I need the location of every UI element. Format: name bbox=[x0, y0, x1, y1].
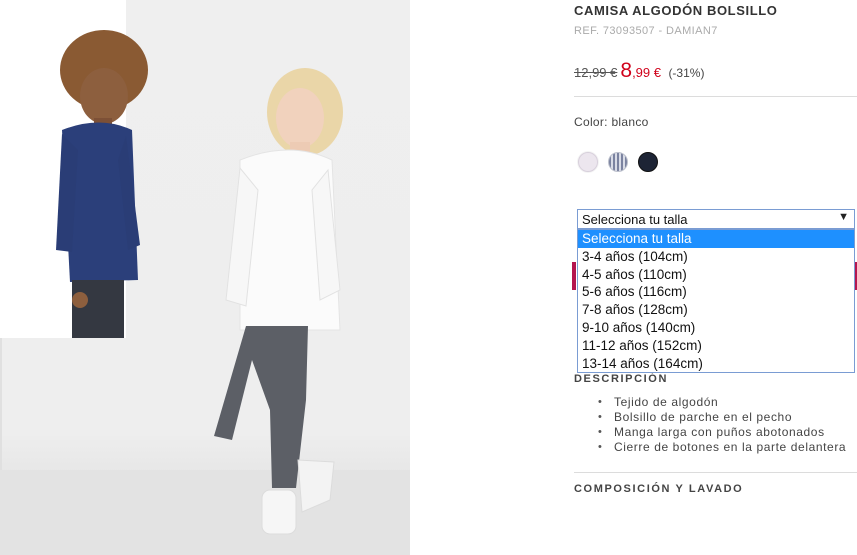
description-item: Cierre de botones en la parte delantera bbox=[598, 440, 846, 455]
description-item: Tejido de algodón bbox=[598, 395, 846, 410]
color-swatch-stripes[interactable] bbox=[608, 152, 628, 172]
description-item: Bolsillo de parche en el pecho bbox=[598, 410, 846, 425]
description-item: Manga larga con puños abotonados bbox=[598, 425, 846, 440]
models-illustration bbox=[56, 30, 343, 535]
description-list: Tejido de algodón Bolsillo de parche en … bbox=[574, 395, 846, 455]
model-white-shirt bbox=[214, 68, 343, 535]
new-price-integer: 8 bbox=[620, 59, 633, 82]
color-label: Color: blanco bbox=[574, 115, 649, 129]
product-reference: REF. 73093507 - DAMIAN7 bbox=[574, 25, 718, 37]
product-panel: CAMISA ALGODÓN BOLSILLO REF. 73093507 - … bbox=[572, 0, 857, 555]
size-option[interactable]: 3-4 años (104cm) bbox=[578, 248, 854, 266]
price-row: 12,99 €8,99 € (-31%) bbox=[574, 59, 704, 89]
size-dropdown-list: Selecciona tu talla 3-4 años (104cm) 4-5… bbox=[577, 229, 855, 374]
divider bbox=[574, 472, 857, 473]
discount-badge: (-31%) bbox=[668, 66, 705, 80]
product-photo bbox=[0, 0, 410, 555]
size-select-value: Selecciona tu talla bbox=[582, 212, 688, 227]
old-price: 12,99 € bbox=[574, 65, 618, 80]
color-swatch-navy[interactable] bbox=[638, 152, 658, 172]
size-option[interactable]: 5-6 años (116cm) bbox=[578, 283, 854, 301]
description-heading: DESCRIPCIÓN bbox=[574, 373, 668, 385]
size-select[interactable]: Selecciona tu talla ▼ bbox=[577, 209, 855, 229]
new-price: 8,99 € bbox=[620, 59, 661, 82]
model-navy-shirt bbox=[56, 30, 148, 338]
add-to-cart-button-edge[interactable] bbox=[572, 262, 576, 290]
composition-accordion-toggle[interactable]: COMPOSICIÓN Y LAVADO bbox=[574, 483, 743, 495]
size-option[interactable]: 4-5 años (110cm) bbox=[578, 266, 854, 284]
size-option[interactable]: 13-14 años (164cm) bbox=[578, 355, 854, 373]
size-option[interactable]: Selecciona tu talla bbox=[578, 230, 854, 248]
size-option[interactable]: 7-8 años (128cm) bbox=[578, 301, 854, 319]
size-option[interactable]: 9-10 años (140cm) bbox=[578, 319, 854, 337]
product-title: CAMISA ALGODÓN BOLSILLO bbox=[574, 3, 778, 18]
color-swatch-white[interactable] bbox=[578, 152, 598, 172]
size-option[interactable]: 11-12 años (152cm) bbox=[578, 337, 854, 355]
divider bbox=[574, 96, 857, 97]
new-price-decimals: ,99 € bbox=[632, 65, 661, 80]
chevron-down-icon[interactable]: ▼ bbox=[838, 211, 849, 223]
